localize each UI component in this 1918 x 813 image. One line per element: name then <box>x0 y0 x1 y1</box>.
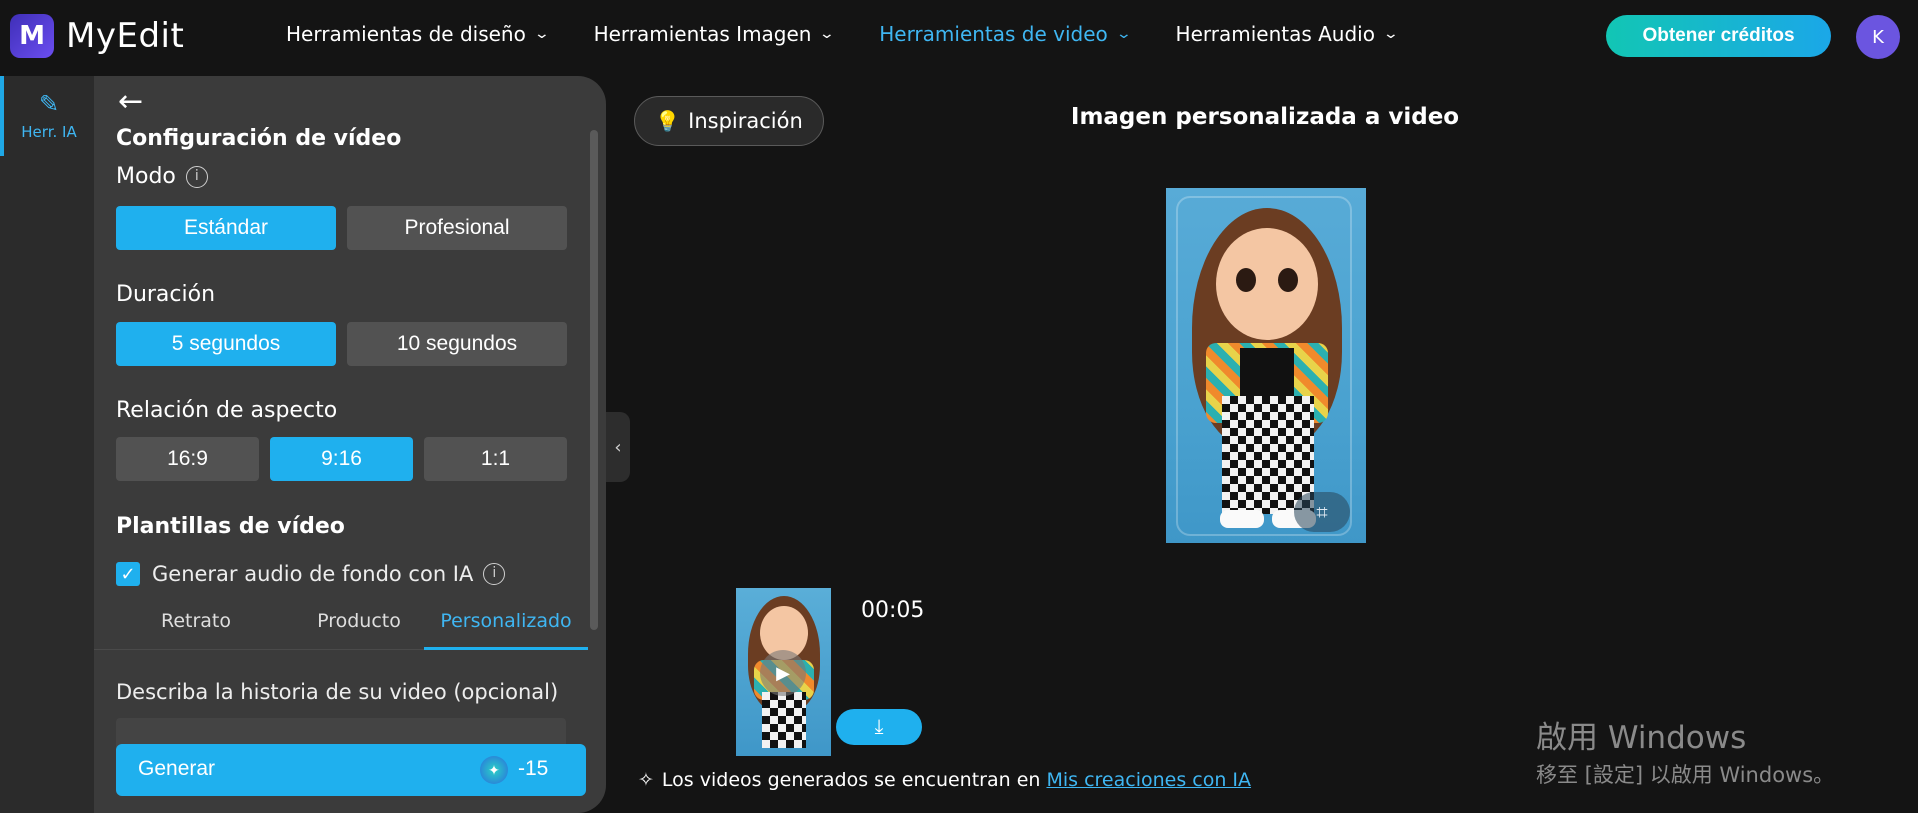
footer-note: ✧ Los videos generados se encuentran en M… <box>638 769 1251 791</box>
generate-label: Generar <box>138 757 216 780</box>
bg-audio-label: Generar audio de fondo con IA <box>152 562 474 586</box>
aspect-1-1-button[interactable]: 1:1 <box>424 437 567 481</box>
panel-scrollbar[interactable] <box>590 130 598 630</box>
download-icon: ⤓ <box>874 715 884 738</box>
crop-icon[interactable]: ⌗ <box>1294 492 1350 532</box>
tab-portrait[interactable]: Retrato <box>121 610 271 632</box>
chevron-down-icon: ⌄ <box>533 26 550 42</box>
character-eye <box>1236 268 1256 292</box>
inspiration-label: Inspiración <box>688 109 803 133</box>
left-rail: ✎ Herr. IA <box>0 76 94 813</box>
video-duration: 00:05 <box>861 598 925 623</box>
back-arrow-icon[interactable]: ← <box>118 84 143 119</box>
aspect-16-9-button[interactable]: 16:9 <box>116 437 259 481</box>
bg-audio-checkbox-row[interactable]: ✓ Generar audio de fondo con IA i <box>116 562 506 586</box>
nav-audio-tools[interactable]: Herramientas Audio ⌄ <box>1175 22 1400 46</box>
nav-label: Herramientas de video <box>879 22 1108 46</box>
templates-title: Plantillas de vídeo <box>116 514 345 539</box>
tab-product[interactable]: Producto <box>284 610 434 632</box>
checkmark-icon[interactable]: ✓ <box>116 562 140 586</box>
video-thumbnail[interactable]: ▶ <box>736 588 831 756</box>
download-button[interactable]: ⤓ <box>836 709 922 745</box>
main-nav: Herramientas de diseño ⌄ Herramientas Im… <box>286 22 1443 46</box>
tab-custom[interactable]: Personalizado <box>431 610 581 632</box>
collapse-panel-button[interactable]: ‹ <box>606 412 630 482</box>
inspiration-button[interactable]: 💡 Inspiración <box>634 96 824 146</box>
top-navigation-bar: M MyEdit Herramientas de diseño ⌄ Herram… <box>0 0 1918 74</box>
my-ai-creations-link[interactable]: Mis creaciones con IA <box>1046 769 1251 791</box>
story-label: Describa la historia de su video (opcion… <box>116 680 559 704</box>
magic-wand-icon: ✎ <box>38 90 60 118</box>
mode-label-row: Modo i <box>116 164 208 189</box>
watermark-line-2: 移至 [設定] 以啟用 Windows。 <box>1536 763 1835 787</box>
character-face <box>1216 228 1318 340</box>
nav-video-tools[interactable]: Herramientas de video ⌄ <box>879 22 1132 46</box>
app-name: MyEdit <box>66 16 185 56</box>
aspect-ratio-label: Relación de aspecto <box>116 398 338 423</box>
windows-activation-watermark: 啟用 Windows 移至 [設定] 以啟用 Windows。 <box>1536 712 1834 789</box>
nav-image-tools[interactable]: Herramientas Imagen ⌄ <box>593 22 836 46</box>
chevron-down-icon: ⌄ <box>1115 26 1132 42</box>
user-avatar[interactable]: K <box>1856 15 1900 59</box>
get-credits-button[interactable]: Obtener créditos <box>1606 15 1831 57</box>
sparkle-icon: ✧ <box>638 769 654 791</box>
nav-label: Herramientas Imagen <box>593 22 812 46</box>
active-tab-indicator <box>424 647 588 650</box>
nav-label: Herramientas de diseño <box>286 22 526 46</box>
generate-button[interactable]: Generar ✦ -15 <box>116 744 586 796</box>
rail-item-ai-tools[interactable]: ✎ Herr. IA <box>0 76 94 156</box>
mode-label: Modo <box>116 164 176 189</box>
myedit-logo-icon: M <box>10 14 54 58</box>
template-tabs: Retrato Producto Personalizado <box>94 600 588 650</box>
info-icon[interactable]: i <box>483 563 506 585</box>
lightbulb-icon: 💡 <box>655 109 681 133</box>
watermark-line-1: 啟用 Windows <box>1536 720 1747 756</box>
source-image-preview: ⌗ <box>1166 188 1366 543</box>
mode-professional-button[interactable]: Profesional <box>347 206 567 250</box>
rail-item-label: Herr. IA <box>21 123 77 141</box>
character-top <box>1240 348 1294 398</box>
page-title: Imagen personalizada a video <box>1070 104 1460 130</box>
character-pants <box>762 692 806 748</box>
character-eye <box>1278 268 1298 292</box>
chevron-down-icon: ⌄ <box>1382 26 1400 42</box>
mode-standard-button[interactable]: Estándar <box>116 206 336 250</box>
character-shoe <box>1220 510 1264 528</box>
video-settings-panel: ← Configuración de vídeo Modo i Estándar … <box>94 76 606 813</box>
duration-5s-button[interactable]: 5 segundos <box>116 322 336 366</box>
app-logo[interactable]: M MyEdit <box>10 14 184 58</box>
generate-cost: -15 <box>518 757 549 780</box>
info-icon[interactable]: i <box>185 166 208 188</box>
duration-label: Duración <box>116 282 216 307</box>
chevron-down-icon: ⌄ <box>819 26 836 42</box>
credit-icon: ✦ <box>480 756 508 784</box>
nav-label: Herramientas Audio <box>1175 22 1375 46</box>
chevron-left-icon: ‹ <box>614 436 622 458</box>
nav-design-tools[interactable]: Herramientas de diseño ⌄ <box>286 22 550 46</box>
duration-10s-button[interactable]: 10 segundos <box>347 322 567 366</box>
footer-text: Los videos generados se encuentran en <box>661 769 1047 791</box>
play-icon[interactable]: ▶ <box>760 650 806 696</box>
aspect-9-16-button[interactable]: 9:16 <box>270 437 413 481</box>
section-title-video-config: Configuración de vídeo <box>116 126 402 151</box>
